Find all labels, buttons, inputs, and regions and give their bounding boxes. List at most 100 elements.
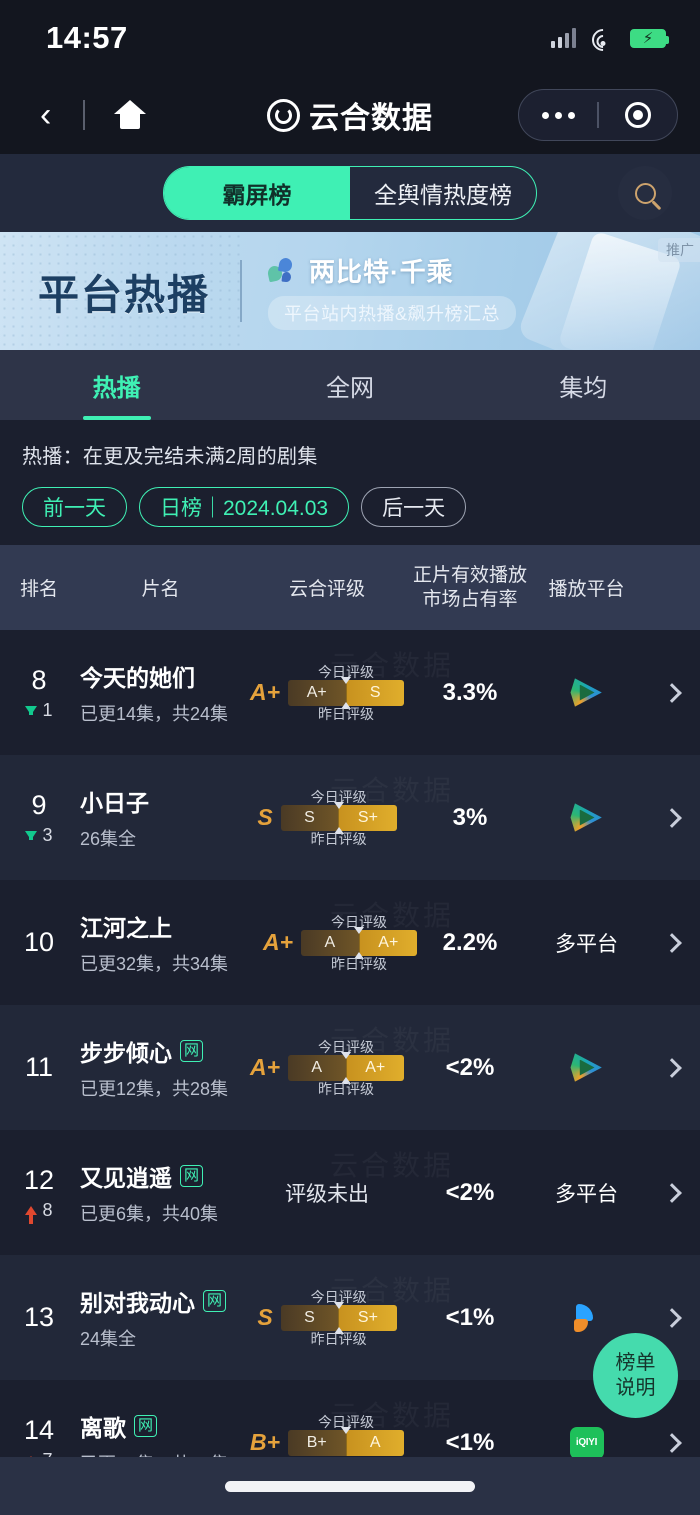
- table-row[interactable]: 云合数据93小日子26集全S今日评级SS+昨日评级3%: [0, 755, 700, 880]
- grade-cell: S 今日评级 S S+ 昨日评级: [243, 789, 411, 847]
- ranking-help-button[interactable]: 榜单 说明: [593, 1333, 678, 1418]
- grade-cell: A+ 今日评级 A+ S 昨日评级: [243, 664, 411, 722]
- show-title: 又见逍遥: [80, 1165, 172, 1191]
- header-share-line1: 正片有效播放: [412, 564, 527, 586]
- segment-quyuqing[interactable]: 全舆情热度榜: [350, 167, 536, 219]
- grade-today-pointer: [354, 926, 365, 934]
- title-cell[interactable]: 今天的她们 已更14集，共24集: [78, 659, 243, 726]
- grade-bar: 今日评级 S S+ 昨日评级: [280, 789, 397, 847]
- table-row[interactable]: 云合数据11步步倾心网已更12集，共28集A+今日评级AA+昨日评级<2%: [0, 1005, 700, 1130]
- web-only-badge: 网: [134, 1415, 158, 1437]
- banner-divider: [240, 260, 242, 322]
- web-only-badge: 网: [180, 1165, 204, 1187]
- grade-today-value: A: [301, 929, 359, 956]
- episode-info: 已更12集，共28集: [80, 1079, 229, 1099]
- brand-logo-icon: [267, 98, 300, 132]
- platform-text: 多平台: [555, 1182, 618, 1206]
- tab-quanwang[interactable]: 全网: [233, 350, 466, 420]
- sponsor-logo-icon: [266, 256, 298, 284]
- back-icon[interactable]: ‹: [40, 98, 51, 132]
- promo-banner[interactable]: 平台热播 两比特·千乘 平台站内热播&飙升榜汇总 推广: [0, 232, 700, 350]
- show-title: 小日子: [80, 790, 149, 816]
- show-title: 离歌: [80, 1415, 126, 1441]
- row-detail-button[interactable]: [644, 932, 700, 953]
- filter-section: 热播：在更及完结未满2周的剧集 前一天 日榜｜2024.04.03 后一天: [0, 420, 700, 545]
- home-indicator[interactable]: [225, 1480, 475, 1492]
- rank-cell: 11: [0, 1052, 78, 1083]
- grade-yesterday-value: A+: [358, 929, 418, 956]
- sponsor-name: 两比特·千乘: [309, 257, 454, 287]
- title-cell[interactable]: 江河之上 已更32集，共34集: [78, 909, 243, 976]
- table-row[interactable]: 云合数据10江河之上已更32集，共34集A+今日评级AA+昨日评级2.2%多平台: [0, 880, 700, 1005]
- row-detail-button[interactable]: [644, 682, 700, 703]
- header-rank: 排名: [19, 579, 58, 600]
- fab-line2: 说明: [615, 1376, 656, 1399]
- row-detail-button[interactable]: [644, 1307, 700, 1328]
- tab-jijun[interactable]: 集均: [467, 350, 700, 420]
- target-icon[interactable]: [599, 102, 677, 128]
- arrow-up-icon: [25, 1205, 38, 1224]
- table-row[interactable]: 云合数据128又见逍遥网已更6集，共40集评级未出<2%多平台: [0, 1130, 700, 1255]
- grade-yesterday-label: 昨日评级: [318, 705, 375, 722]
- wifi-icon: [587, 24, 619, 56]
- grade-letter: A+: [249, 679, 281, 705]
- nav-divider: [83, 100, 85, 130]
- chevron-right-icon: [662, 1057, 682, 1078]
- grade-cell: A+ 今日评级 A A+ 昨日评级: [243, 914, 418, 972]
- table-row[interactable]: 云合数据81今天的她们已更14集，共24集A+今日评级A+S昨日评级3.3%: [0, 630, 700, 755]
- header-platform: 播放平台: [548, 579, 625, 600]
- rank-cell: 93: [0, 790, 78, 846]
- market-share-value: 2.2%: [442, 928, 498, 956]
- table-header: 排名 片名 云合评级 正片有效播放 市场占有率 播放平台: [0, 545, 700, 630]
- rank-change-value: 1: [42, 699, 53, 720]
- grade-bar: 今日评级 A A+ 昨日评级: [288, 1039, 405, 1097]
- platform-cell: [529, 1052, 644, 1084]
- title-cell[interactable]: 又见逍遥网已更6集，共40集: [78, 1159, 243, 1226]
- rank-cell: 12 8: [0, 1165, 78, 1224]
- chevron-right-icon: [662, 1432, 682, 1453]
- title-cell[interactable]: 步步倾心网已更12集，共28集: [78, 1034, 243, 1101]
- grade-letter: B+: [249, 1429, 281, 1455]
- tab-rebo[interactable]: 热播: [0, 350, 233, 420]
- brand: 云合数据: [267, 93, 433, 137]
- market-share-value: <1%: [445, 1303, 495, 1331]
- grade-today-pointer: [333, 1301, 344, 1309]
- title-cell[interactable]: 小日子 26集全: [78, 784, 243, 851]
- row-detail-button[interactable]: [644, 1182, 700, 1203]
- grade-bar: 今日评级 A A+ 昨日评级: [301, 914, 418, 972]
- more-dots-icon[interactable]: [519, 111, 597, 119]
- tencent-video-icon: [570, 1052, 604, 1084]
- rank-number: 10: [23, 927, 55, 957]
- next-day-button[interactable]: 后一天: [361, 487, 467, 527]
- grade-yesterday-value: S+: [338, 1304, 397, 1331]
- date-selector-chip[interactable]: 日榜｜2024.04.03: [139, 487, 350, 527]
- rank-number: 9: [31, 789, 47, 820]
- prev-day-button[interactable]: 前一天: [22, 487, 127, 527]
- header-grade: 云合评级: [288, 579, 365, 600]
- ranking-type-segmented-control[interactable]: 霸屏榜 全舆情热度榜: [163, 166, 537, 220]
- arrow-down-icon: [25, 705, 38, 715]
- grade-today-pointer: [341, 676, 352, 684]
- rank-change: 8: [25, 1199, 53, 1224]
- search-button[interactable]: [618, 166, 672, 220]
- tab-rebo-label: 热播: [92, 374, 141, 402]
- grade-letter: S: [257, 804, 273, 830]
- grade-bar: 今日评级 A+ S 昨日评级: [288, 664, 405, 722]
- grade-yesterday-value: S: [345, 679, 405, 706]
- title-cell[interactable]: 别对我动心网 24集全: [78, 1284, 243, 1351]
- home-icon[interactable]: [113, 100, 147, 130]
- filter-description: 热播：在更及完结未满2周的剧集: [22, 446, 318, 468]
- market-share-value: 3%: [452, 803, 488, 831]
- cellular-signal-icon: [550, 28, 576, 48]
- segment-baping[interactable]: 霸屏榜: [164, 167, 350, 219]
- grade-today-value: B+: [288, 1429, 346, 1456]
- row-detail-button[interactable]: [644, 1057, 700, 1078]
- rank-change-value: 8: [42, 1199, 53, 1220]
- episode-info: 已更6集，共40集: [80, 1204, 219, 1224]
- rank-change-value: 3: [42, 824, 53, 845]
- row-detail-button[interactable]: [644, 1432, 700, 1453]
- rank-number: 14: [23, 1414, 55, 1445]
- grade-today-value: A+: [288, 679, 346, 706]
- mini-program-capsule: [518, 89, 678, 141]
- row-detail-button[interactable]: [644, 807, 700, 828]
